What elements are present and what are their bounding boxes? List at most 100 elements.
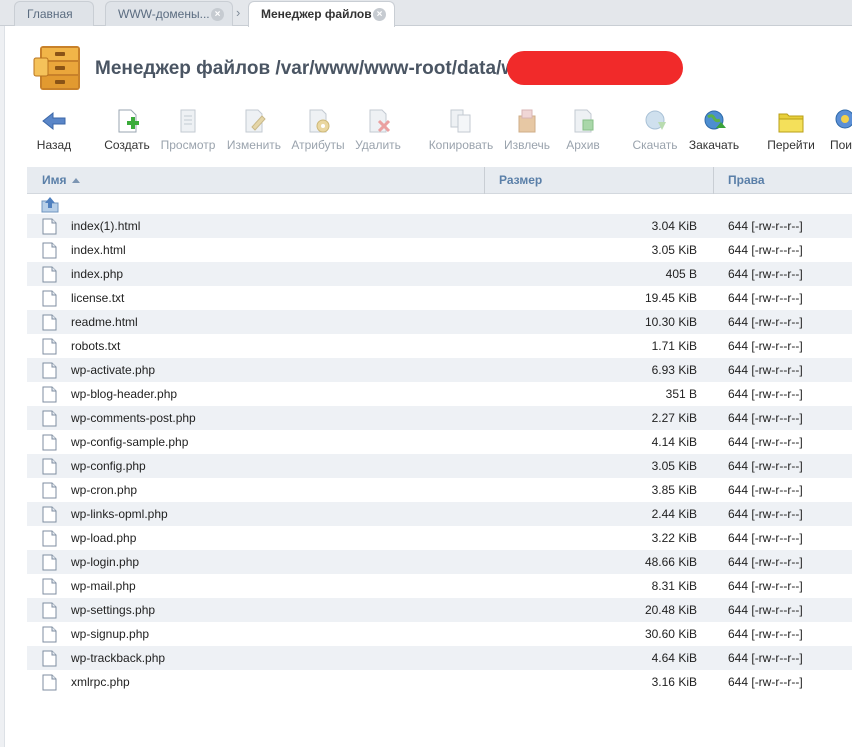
sort-ascending-icon	[71, 178, 80, 183]
column-divider[interactable]	[484, 167, 485, 194]
file-name: license.txt	[71, 291, 125, 305]
column-header-size[interactable]: Размер	[499, 167, 542, 194]
column-divider[interactable]	[713, 167, 714, 194]
goto-label: Перейти	[767, 138, 815, 152]
file-icon	[42, 530, 57, 547]
file-icon	[42, 290, 57, 307]
file-name: wp-mail.php	[71, 579, 136, 593]
close-icon[interactable]: ×	[373, 8, 386, 21]
table-row[interactable]: robots.txt 1.71 KiB 644 [-rw-r--r--]	[27, 334, 852, 358]
close-icon[interactable]: ×	[211, 8, 224, 21]
file-name: wp-load.php	[71, 531, 137, 545]
file-name: index.php	[71, 267, 124, 281]
left-border	[0, 26, 5, 747]
file-size: 8.31 KiB	[651, 579, 697, 593]
extract-button[interactable]: Извлечь	[502, 108, 552, 156]
edit-button[interactable]: Изменить	[225, 108, 283, 156]
file-permissions: 644 [-rw-r--r--]	[728, 387, 803, 401]
file-icon	[42, 266, 57, 283]
table-row[interactable]: wp-blog-header.php 351 B 644 [-rw-r--r--]	[27, 382, 852, 406]
tab-www-domains[interactable]: WWW-домены... ×	[105, 1, 233, 26]
view-button[interactable]: Просмотр	[159, 108, 217, 156]
attributes-button[interactable]: Атрибуты	[290, 108, 346, 156]
file-size: 10.30 KiB	[644, 315, 697, 329]
file-size: 3.05 KiB	[651, 243, 697, 257]
download-button[interactable]: Скачать	[631, 108, 679, 156]
table-row[interactable]: license.txt 19.45 KiB 644 [-rw-r--r--]	[27, 286, 852, 310]
upload-label: Закачать	[688, 138, 740, 152]
search-icon	[835, 109, 852, 129]
folder-up-icon	[41, 197, 59, 213]
file-icon	[42, 626, 57, 643]
table-row[interactable]: index.html 3.05 KiB 644 [-rw-r--r--]	[27, 238, 852, 262]
view-label: Просмотр	[160, 138, 216, 152]
table-row[interactable]: wp-activate.php 6.93 KiB 644 [-rw-r--r--]	[27, 358, 852, 382]
archive-button[interactable]: Архив	[564, 108, 602, 156]
delete-button[interactable]: Удалить	[354, 108, 402, 156]
table-row[interactable]: wp-trackback.php 4.64 KiB 644 [-rw-r--r--]	[27, 646, 852, 670]
file-permissions: 644 [-rw-r--r--]	[728, 555, 803, 569]
upload-button[interactable]: Закачать	[688, 108, 740, 156]
file-permissions: 644 [-rw-r--r--]	[728, 507, 803, 521]
archive-icon	[574, 109, 594, 133]
file-size: 6.93 KiB	[651, 363, 697, 377]
copy-icon	[450, 109, 471, 133]
table-row[interactable]: wp-comments-post.php 2.27 KiB 644 [-rw-r--…	[27, 406, 852, 430]
parent-directory-row[interactable]	[27, 194, 852, 216]
table-row[interactable]: wp-load.php 3.22 KiB 644 [-rw-r--r--]	[27, 526, 852, 550]
upload-globe-icon	[704, 110, 726, 130]
file-name: wp-cron.php	[71, 483, 138, 497]
column-header-name[interactable]: Имя	[42, 167, 80, 194]
arrow-left-icon	[42, 111, 66, 131]
file-permissions: 644 [-rw-r--r--]	[728, 315, 803, 329]
file-permissions: 644 [-rw-r--r--]	[728, 627, 803, 641]
file-permissions: 644 [-rw-r--r--]	[728, 651, 803, 665]
copy-button[interactable]: Копировать	[428, 108, 494, 156]
file-permissions: 644 [-rw-r--r--]	[728, 411, 803, 425]
create-label: Создать	[104, 138, 150, 152]
file-permissions: 644 [-rw-r--r--]	[728, 291, 803, 305]
table-row[interactable]: wp-links-opml.php 2.44 KiB 644 [-rw-r--r--…	[27, 502, 852, 526]
table-row[interactable]: wp-settings.php 20.48 KiB 644 [-rw-r--r--]	[27, 598, 852, 622]
file-permissions: 644 [-rw-r--r--]	[728, 579, 803, 593]
table-row[interactable]: wp-mail.php 8.31 KiB 644 [-rw-r--r--]	[27, 574, 852, 598]
create-button[interactable]: Создать	[102, 108, 152, 156]
file-cabinet-icon	[33, 46, 80, 90]
file-size: 2.27 KiB	[651, 411, 697, 425]
table-row[interactable]: index.php 405 B 644 [-rw-r--r--]	[27, 262, 852, 286]
file-permissions: 644 [-rw-r--r--]	[728, 435, 803, 449]
file-permissions: 644 [-rw-r--r--]	[728, 267, 803, 281]
search-button[interactable]: Пои	[830, 108, 852, 156]
tab-www-domains-label: WWW-домены...	[118, 7, 210, 21]
delete-icon	[369, 109, 391, 133]
file-size: 405 B	[665, 267, 697, 281]
tab-file-manager[interactable]: Менеджер файлов ×	[248, 1, 395, 27]
download-label: Скачать	[632, 138, 678, 152]
table-row[interactable]: wp-signup.php 30.60 KiB 644 [-rw-r--r--]	[27, 622, 852, 646]
back-button[interactable]: Назад	[34, 108, 74, 156]
file-icon	[42, 434, 57, 451]
file-icon	[42, 506, 57, 523]
file-size: 4.64 KiB	[651, 651, 697, 665]
table-row[interactable]: index(1).html 3.04 KiB 644 [-rw-r--r--]	[27, 214, 852, 238]
file-icon	[42, 458, 57, 475]
file-permissions: 644 [-rw-r--r--]	[728, 363, 803, 377]
file-permissions: 644 [-rw-r--r--]	[728, 483, 803, 497]
search-label: Пои	[830, 138, 852, 152]
table-row[interactable]: wp-cron.php 3.85 KiB 644 [-rw-r--r--]	[27, 478, 852, 502]
file-name: xmlrpc.php	[71, 675, 130, 689]
table-row[interactable]: wp-config.php 3.05 KiB 644 [-rw-r--r--]	[27, 454, 852, 478]
file-list: index(1).html 3.04 KiB 644 [-rw-r--r--] ind…	[27, 214, 852, 694]
file-icon	[42, 362, 57, 379]
table-row[interactable]: wp-login.php 48.66 KiB 644 [-rw-r--r--]	[27, 550, 852, 574]
goto-button[interactable]: Перейти	[766, 108, 816, 156]
tab-home[interactable]: Главная	[14, 1, 94, 26]
table-row[interactable]: xmlrpc.php 3.16 KiB 644 [-rw-r--r--]	[27, 670, 852, 694]
column-header-permissions[interactable]: Права	[728, 167, 765, 194]
table-row[interactable]: wp-config-sample.php 4.14 KiB 644 [-rw-r--…	[27, 430, 852, 454]
file-name: wp-links-opml.php	[71, 507, 168, 521]
tab-bar: Главная WWW-домены... × › Менеджер файло…	[0, 0, 852, 27]
file-size: 1.71 KiB	[651, 339, 697, 353]
page-title: Менеджер файлов /var/www/www-root/data/w…	[95, 58, 531, 79]
table-row[interactable]: readme.html 10.30 KiB 644 [-rw-r--r--]	[27, 310, 852, 334]
